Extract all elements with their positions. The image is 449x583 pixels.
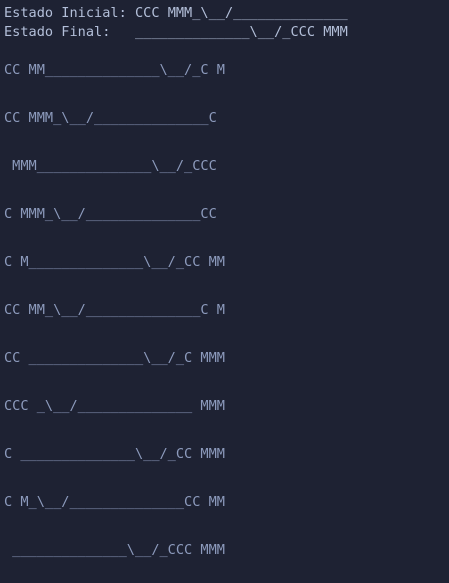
state-step: CC MM______________\__/_C M xyxy=(4,62,225,78)
state-step: CC ______________\__/_C MMM xyxy=(4,350,225,366)
state-step: C M______________\__/_CC MM xyxy=(4,254,225,270)
state-step: C MMM_\__/______________CC xyxy=(4,206,217,222)
terminal-output: Estado Inicial: CCC MMM_\__/____________… xyxy=(0,0,449,583)
final-state-value: ______________\__/_CCC MMM xyxy=(134,24,348,40)
state-step: CCC _\__/______________ MMM xyxy=(4,398,225,414)
state-step: MMM______________\__/_CCC xyxy=(4,158,217,174)
state-step: C M_\__/______________CC MM xyxy=(4,494,225,510)
state-step: C ______________\__/_CC MMM xyxy=(4,446,225,462)
state-step: ______________\__/_CCC MMM xyxy=(4,542,225,558)
initial-state-value: CCC MMM_\__/______________ xyxy=(134,5,348,21)
initial-state-line: Estado Inicial: CCC MMM_\__/____________… xyxy=(4,4,449,23)
final-state-line: Estado Final: ______________\__/_CCC MMM xyxy=(4,23,449,42)
state-step: CC MM_\__/______________C M xyxy=(4,302,225,318)
initial-state-label: Estado Inicial: xyxy=(4,5,127,21)
state-step: CC MMM_\__/______________C xyxy=(4,110,217,126)
final-state-label: Estado Final: xyxy=(4,24,111,40)
state-sequence: CC MM______________\__/_C M CC MMM_\__/_… xyxy=(4,61,449,560)
